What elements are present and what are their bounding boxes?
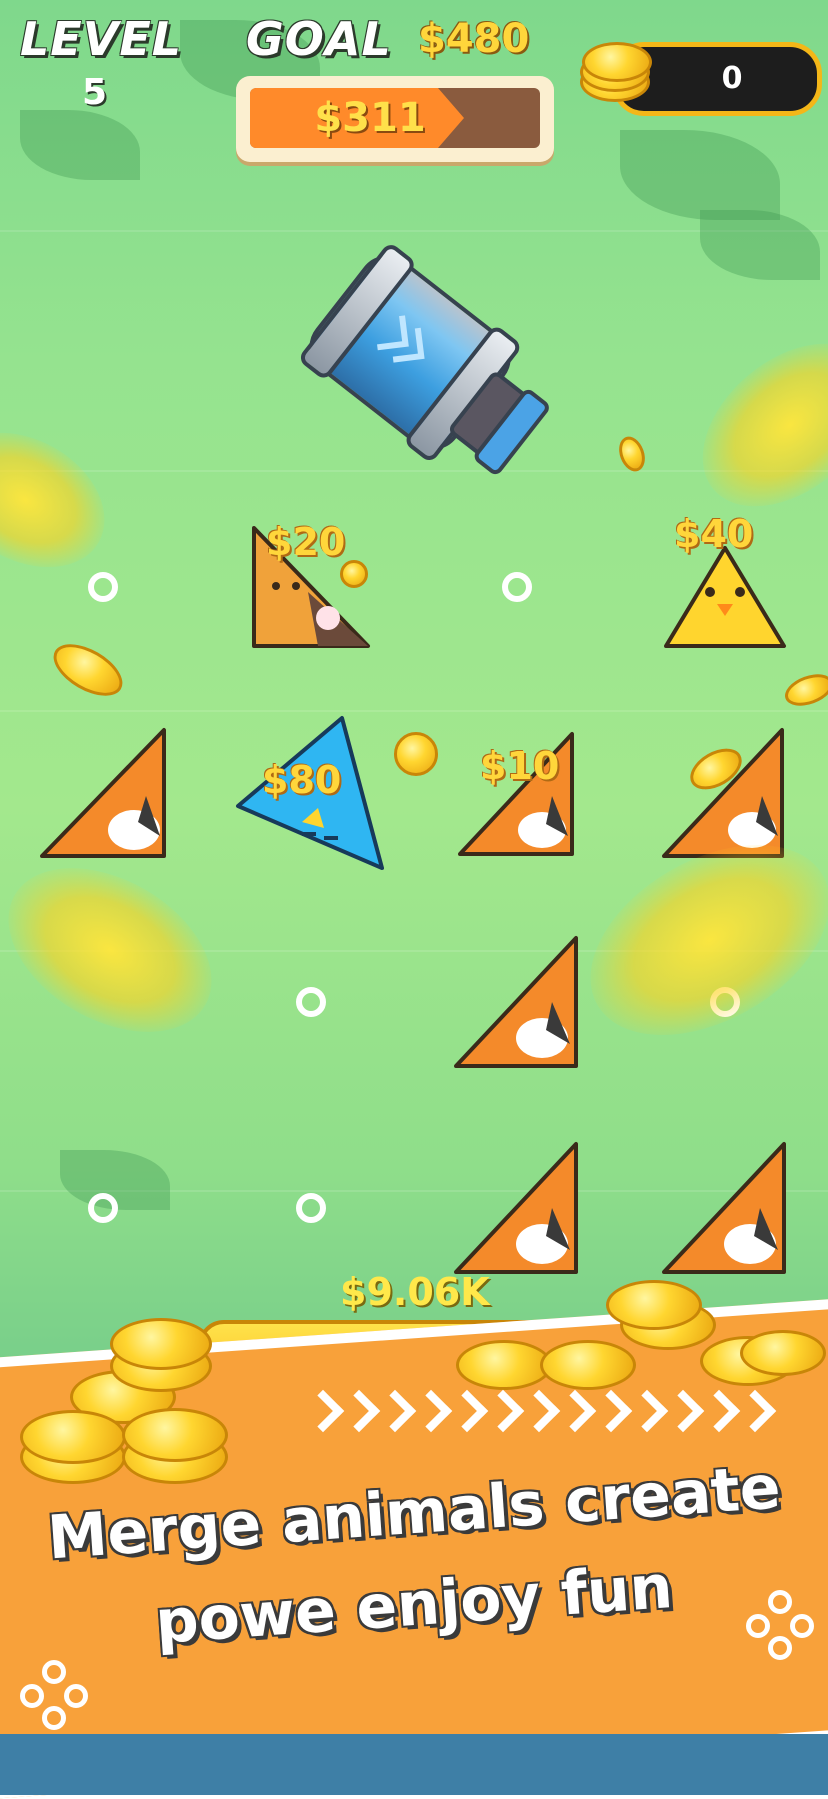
fox-piece[interactable] bbox=[660, 1140, 790, 1276]
goal-label: GOAL bbox=[246, 12, 392, 66]
fox-piece[interactable] bbox=[38, 726, 170, 860]
fox-piece[interactable] bbox=[452, 934, 582, 1070]
piece-price: $40 bbox=[674, 512, 754, 556]
goal-progress-bar: $311 bbox=[236, 76, 554, 162]
bank-amount: $9.06K bbox=[340, 1270, 490, 1314]
coin-icon bbox=[394, 732, 438, 776]
goal-progress-text: $311 bbox=[314, 95, 426, 141]
chick-yellow-piece[interactable] bbox=[662, 544, 788, 650]
fox-piece[interactable] bbox=[452, 1140, 582, 1276]
piece-price: $10 bbox=[480, 744, 560, 788]
coin-icon bbox=[340, 560, 368, 588]
peg bbox=[296, 1193, 326, 1223]
level-label: LEVEL bbox=[20, 12, 183, 66]
peg bbox=[296, 987, 326, 1017]
piece-price: $80 bbox=[262, 758, 342, 802]
goal-amount: $480 bbox=[418, 16, 530, 62]
chevron-row-icon bbox=[301, 1389, 828, 1436]
level-value: 5 bbox=[82, 72, 108, 113]
peg bbox=[88, 1193, 118, 1223]
bottom-band bbox=[0, 1734, 828, 1795]
peg bbox=[88, 572, 118, 602]
coin-count: 0 bbox=[721, 61, 743, 96]
fox-piece[interactable] bbox=[660, 726, 788, 860]
piece-price: $20 bbox=[266, 520, 346, 564]
peg bbox=[502, 572, 532, 602]
